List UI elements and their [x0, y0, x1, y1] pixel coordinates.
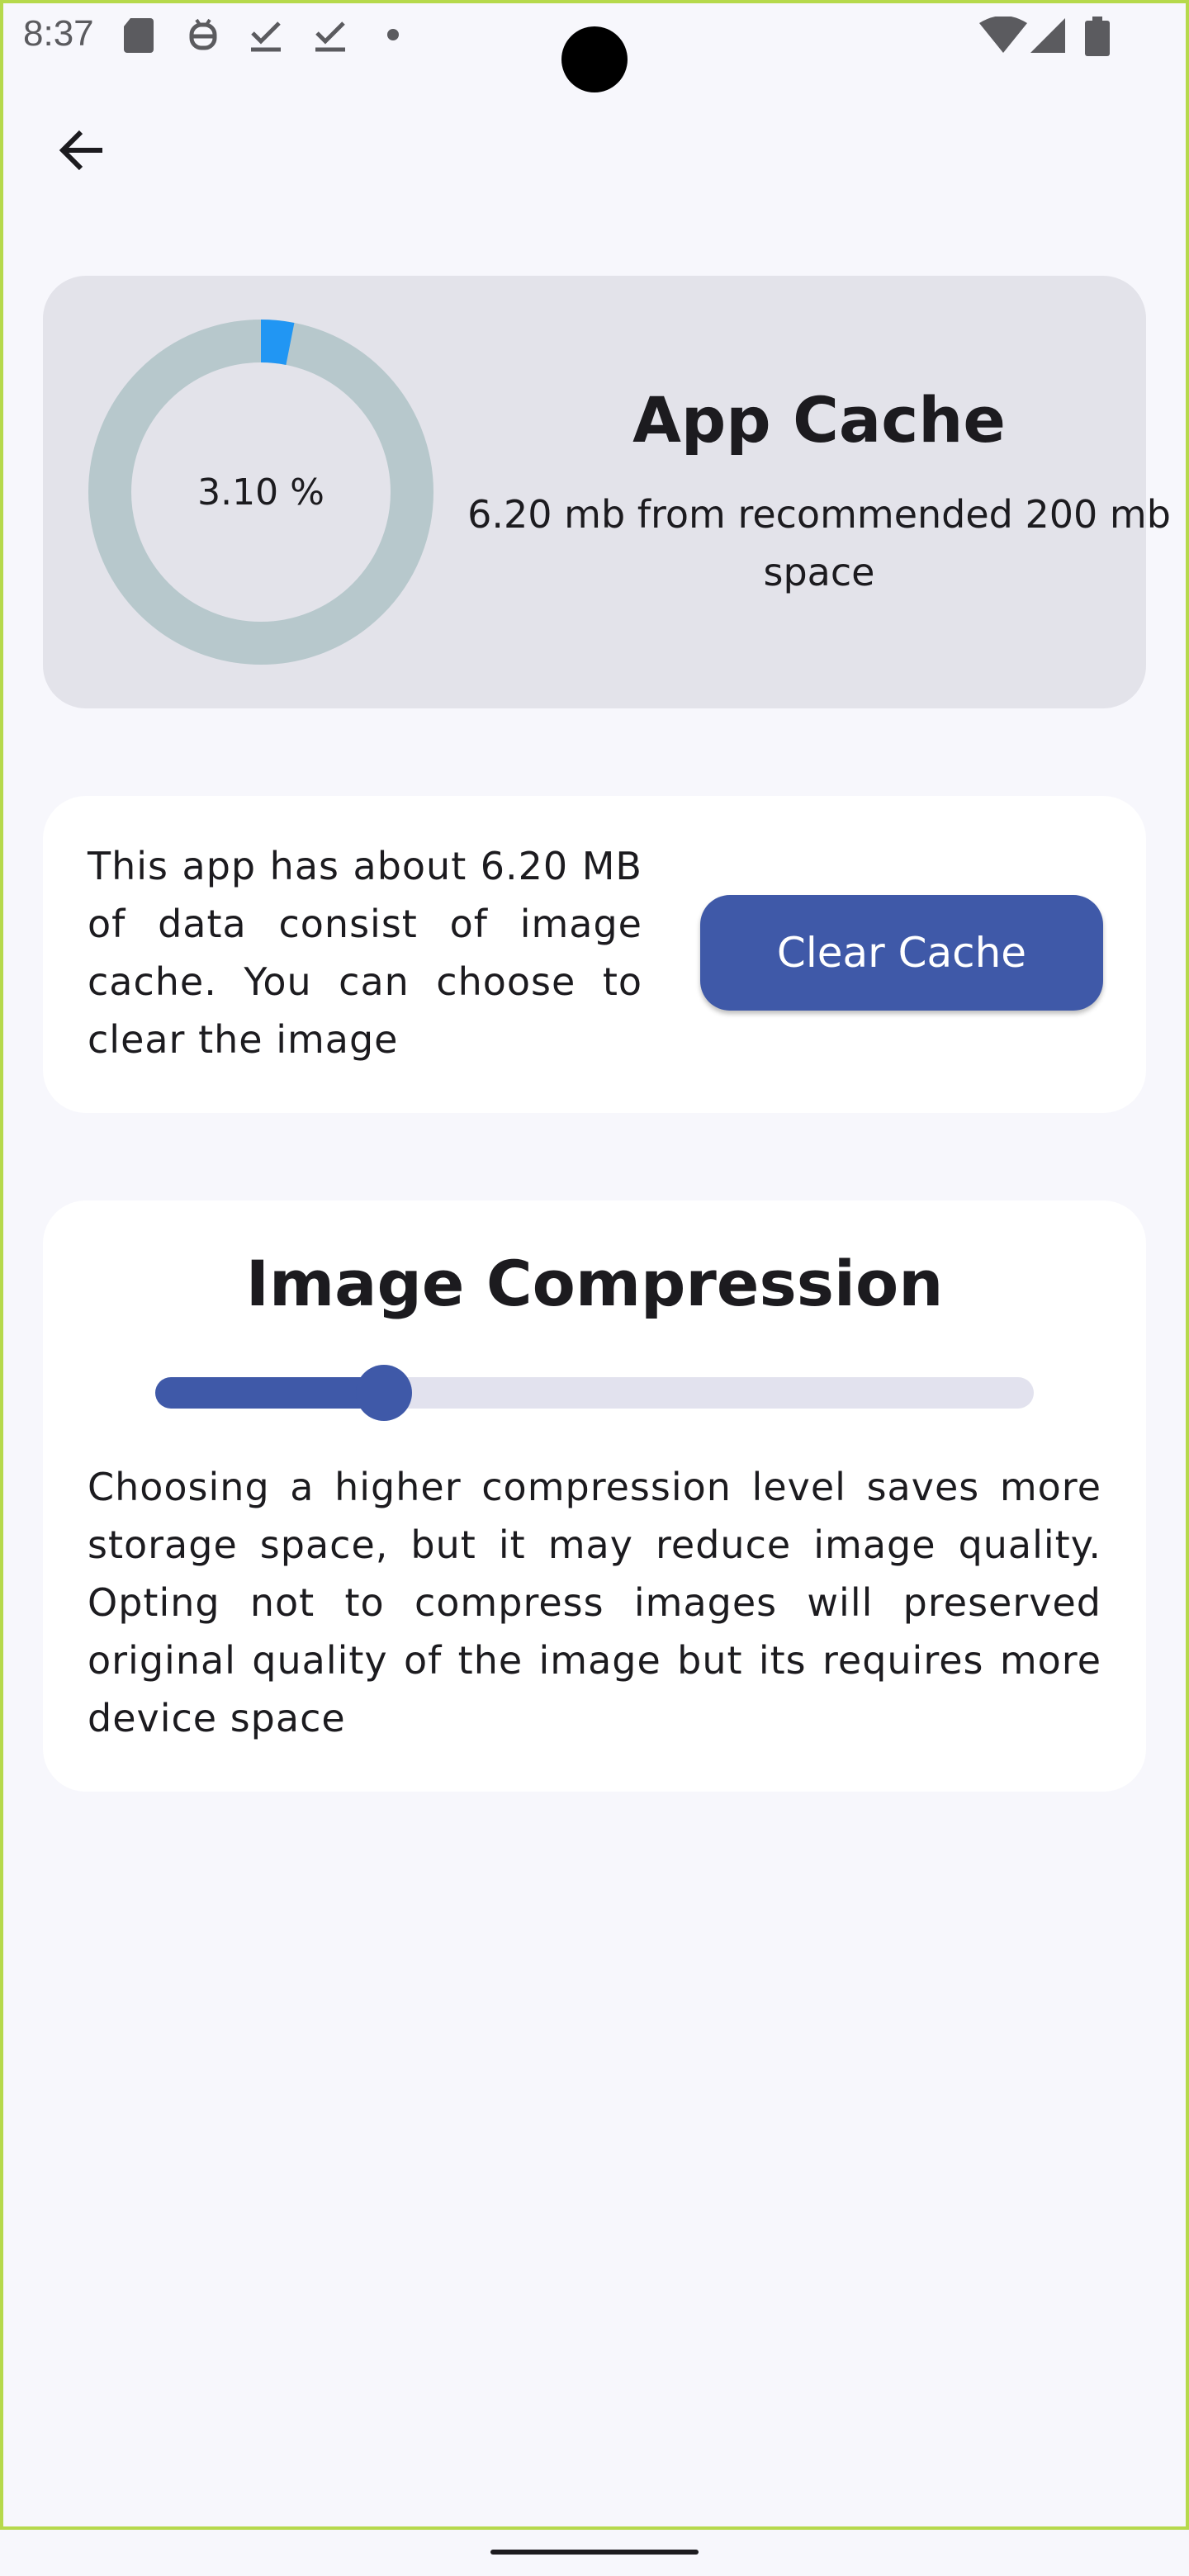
- clear-cache-button[interactable]: Clear Cache: [700, 895, 1103, 1011]
- sd-card-icon: [124, 18, 154, 53]
- home-indicator[interactable]: [490, 2550, 699, 2555]
- arrow-left-icon: [59, 130, 102, 171]
- front-camera: [561, 26, 628, 92]
- back-button[interactable]: [46, 116, 116, 185]
- compression-slider[interactable]: [155, 1365, 1034, 1421]
- slider-thumb[interactable]: [355, 1365, 412, 1421]
- compression-description: Choosing a higher compression level save…: [88, 1465, 1101, 1740]
- download-done-icon: [251, 21, 281, 52]
- cache-info-text: This app has about 6.20 MB of data consi…: [88, 844, 642, 1062]
- compression-title: Image Compression: [245, 1247, 944, 1320]
- image-compression-card: Image Compression Choosing a higher comp…: [43, 1200, 1146, 1792]
- battery-icon: [1085, 17, 1110, 56]
- dot-icon: [387, 29, 399, 40]
- signal-icon: [1030, 18, 1065, 53]
- wifi-icon: [979, 17, 1027, 53]
- app-cache-card: 3.10 % App Cache 6.20 mb from recommende…: [43, 276, 1171, 708]
- cache-title: App Cache: [632, 383, 1006, 457]
- status-time: 8:37: [23, 13, 94, 54]
- download-done-icon: [315, 21, 345, 52]
- clear-cache-card: This app has about 6.20 MB of data consi…: [43, 796, 1146, 1113]
- android-debug-icon: [189, 18, 217, 50]
- cache-percent-label: 3.10 %: [197, 471, 324, 514]
- cache-subtitle: 6.20 mb from recommended 200 mb space: [467, 492, 1171, 594]
